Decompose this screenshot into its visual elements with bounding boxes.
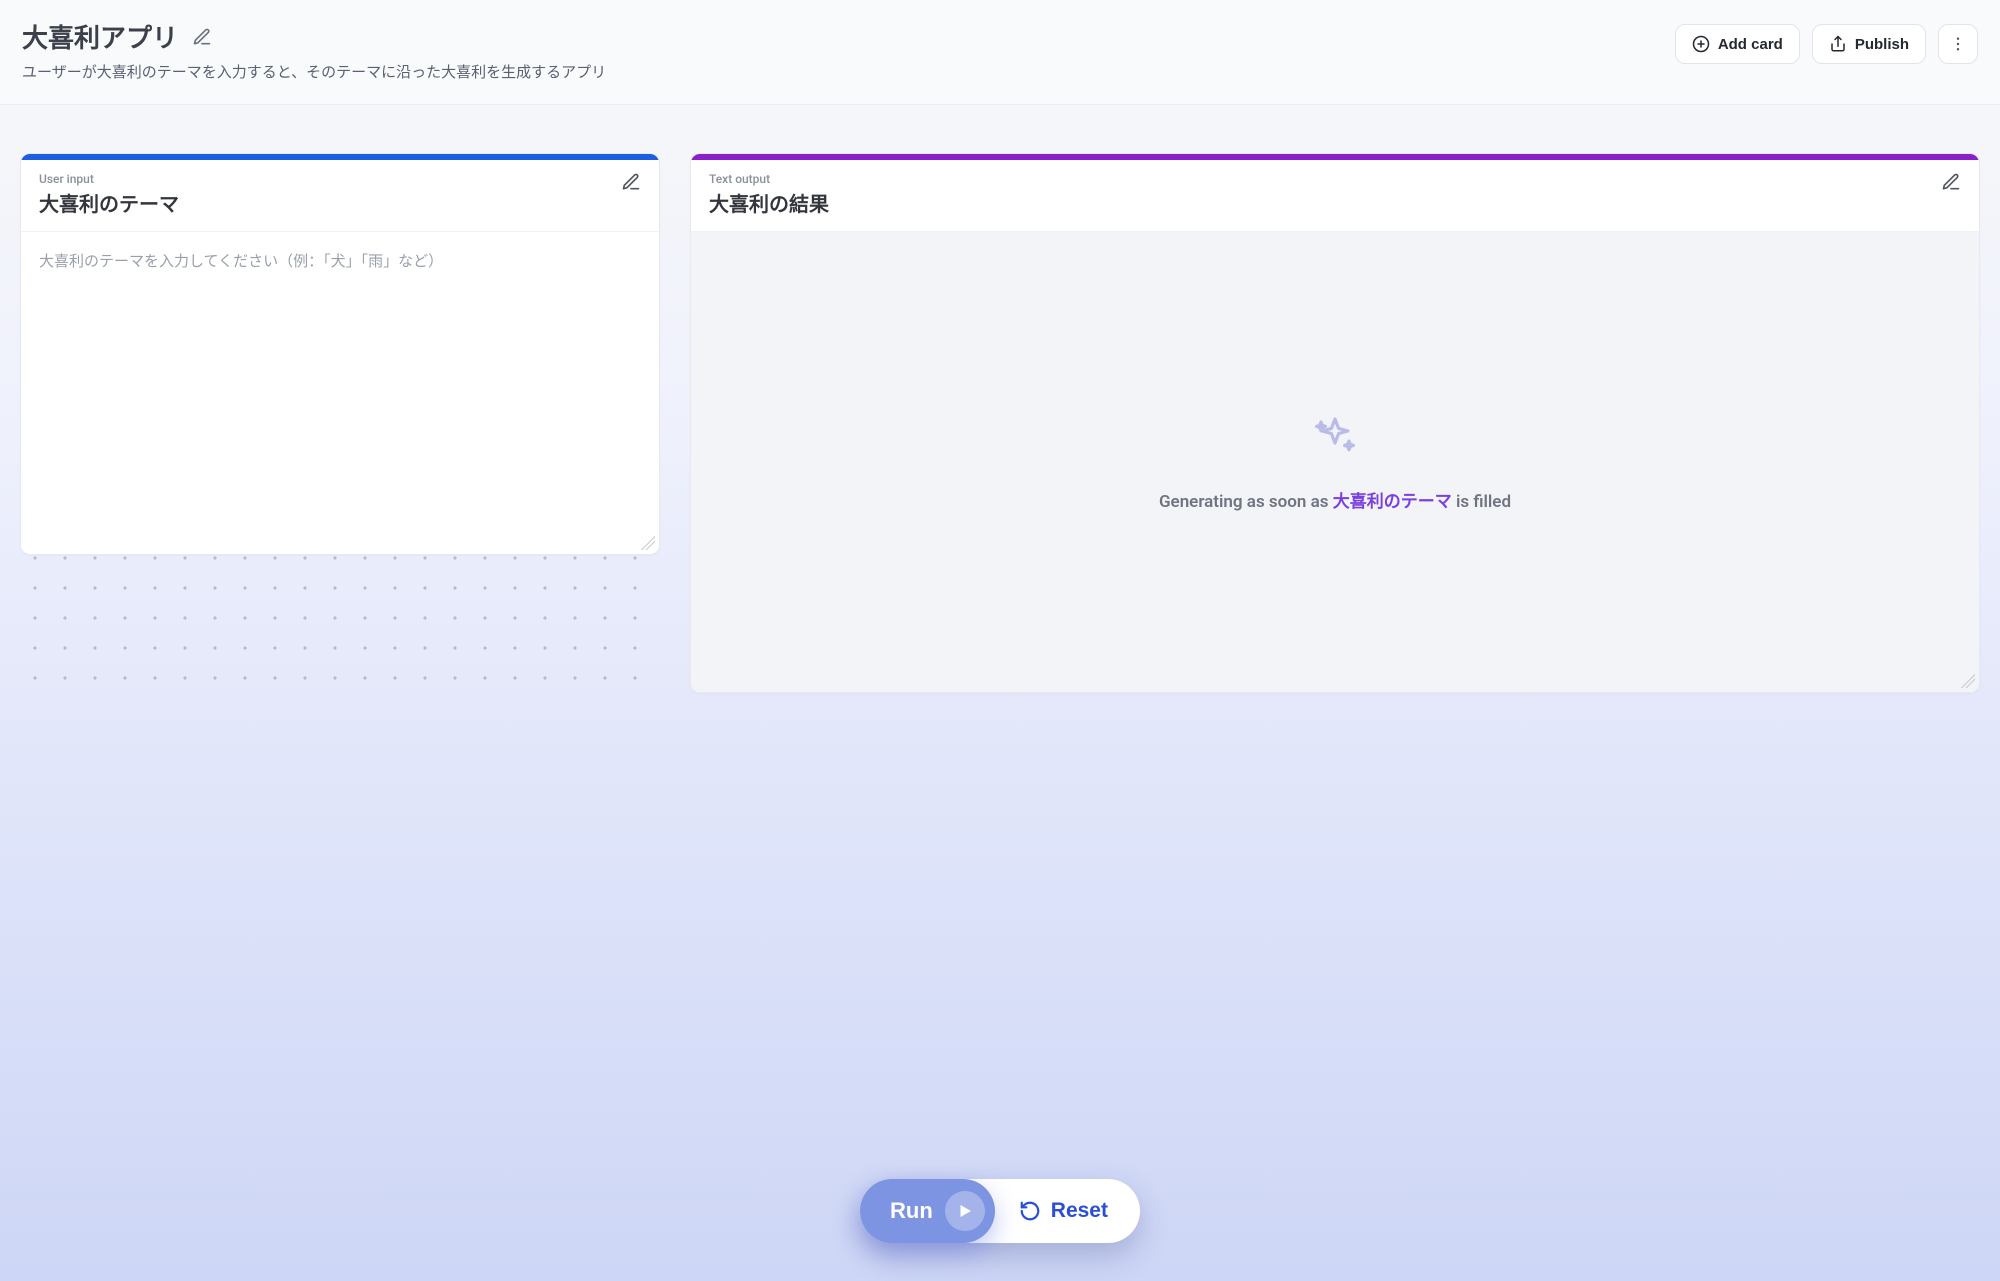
more-vertical-icon [1949, 35, 1967, 53]
input-card-title: 大喜利のテーマ [39, 188, 179, 217]
generating-ref: 大喜利のテーマ [1333, 492, 1452, 512]
resize-handle[interactable] [641, 536, 655, 550]
publish-label: Publish [1855, 36, 1909, 53]
edit-title-icon[interactable] [192, 27, 212, 47]
add-card-label: Add card [1718, 36, 1783, 53]
theme-input[interactable] [21, 232, 659, 532]
output-card-title: 大喜利の結果 [709, 188, 829, 217]
reset-icon [1019, 1200, 1041, 1222]
play-icon [945, 1191, 985, 1231]
card-type-label: User input [39, 172, 179, 186]
publish-icon [1829, 35, 1847, 53]
generating-message: Generating as soon as 大喜利のテーマ is filled [1159, 487, 1511, 512]
run-reset-bar: Run Reset [860, 1179, 1140, 1243]
card-type-label: Text output [709, 172, 829, 186]
app-subtitle: ユーザーが大喜利のテーマを入力すると、そのテーマに沿った大喜利を生成するアプリ [22, 61, 606, 82]
more-menu-button[interactable] [1938, 24, 1978, 64]
publish-button[interactable]: Publish [1812, 24, 1926, 64]
user-input-card: User input 大喜利のテーマ [20, 153, 660, 555]
edit-input-card-icon[interactable] [621, 172, 641, 196]
canvas: User input 大喜利のテーマ Text output 大喜利の結果 [0, 105, 2000, 853]
header-actions: Add card Publish [1675, 24, 1978, 64]
title-block: 大喜利アプリ ユーザーが大喜利のテーマを入力すると、そのテーマに沿った大喜利を生… [22, 18, 606, 82]
add-card-button[interactable]: Add card [1675, 24, 1800, 64]
app-title: 大喜利アプリ [22, 18, 178, 55]
plus-circle-icon [1692, 35, 1710, 53]
output-body: Generating as soon as 大喜利のテーマ is filled [691, 232, 1979, 692]
app-header: 大喜利アプリ ユーザーが大喜利のテーマを入力すると、そのテーマに沿った大喜利を生… [0, 0, 2000, 105]
sparkle-icon [1311, 413, 1359, 465]
run-button[interactable]: Run [860, 1179, 995, 1243]
resize-handle[interactable] [1961, 674, 1975, 688]
generating-suffix: is filled [1452, 492, 1511, 512]
reset-button[interactable]: Reset [995, 1179, 1140, 1243]
generating-prefix: Generating as soon as [1159, 492, 1333, 512]
run-label: Run [890, 1198, 933, 1224]
edit-output-card-icon[interactable] [1941, 172, 1961, 196]
text-output-card: Text output 大喜利の結果 Generating as soon as [690, 153, 1980, 693]
reset-label: Reset [1051, 1199, 1108, 1223]
